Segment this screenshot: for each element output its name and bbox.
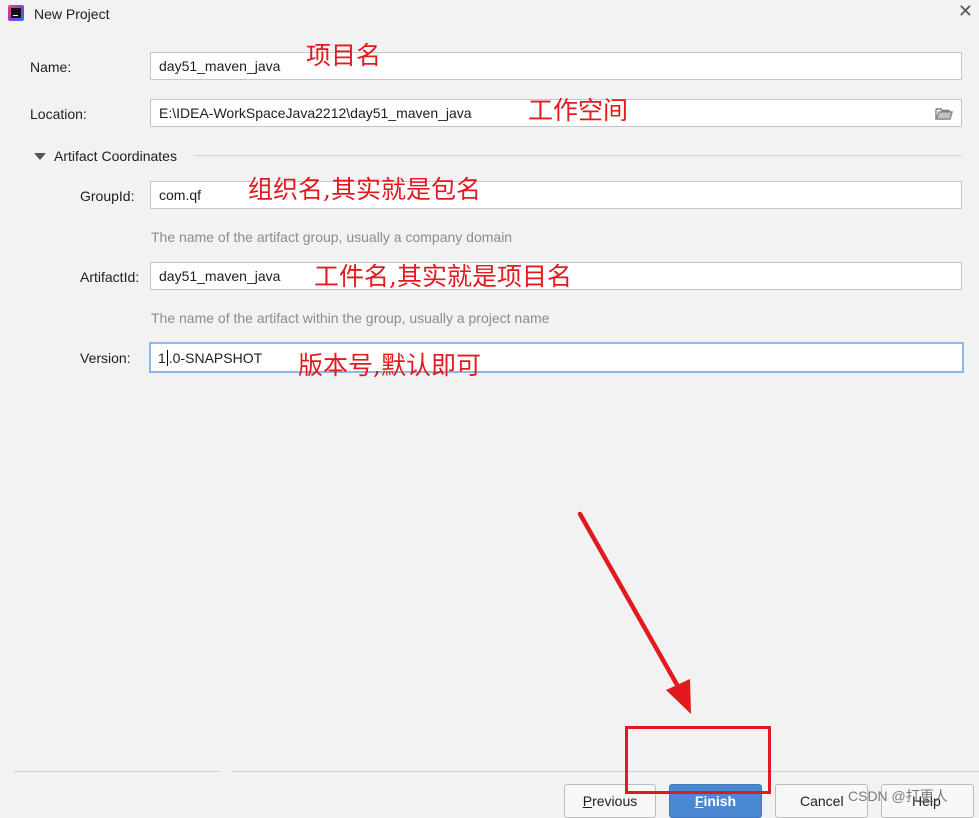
red-arrow-icon	[577, 511, 691, 714]
